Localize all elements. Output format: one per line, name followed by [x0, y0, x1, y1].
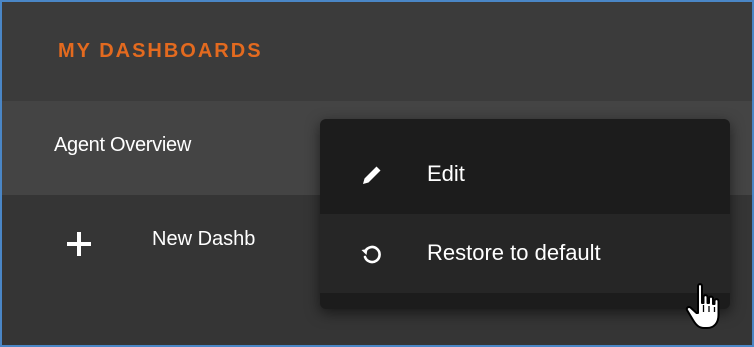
restore-icon — [358, 240, 386, 268]
dashboards-title: MY DASHBOARDS — [58, 40, 263, 62]
plus-icon — [66, 231, 92, 257]
restore-label: Restore to default — [427, 240, 601, 265]
dashboards-header: MY DASHBOARDS — [2, 2, 752, 101]
edit-label: Edit — [427, 161, 465, 186]
hand-pointer-icon — [680, 281, 740, 341]
edit-menu-item[interactable]: Edit — [320, 135, 730, 214]
dashboard-item-label: Agent Overview — [54, 134, 191, 156]
restore-to-default-menu-item[interactable]: Restore to default — [320, 214, 730, 293]
dashboards-panel: MY DASHBOARDS Agent Overview New Dashb E… — [0, 0, 754, 347]
pencil-icon — [358, 161, 386, 189]
new-dashboard-label: New Dashb — [152, 228, 256, 250]
dashboard-context-menu: Edit Restore to default — [320, 119, 730, 309]
